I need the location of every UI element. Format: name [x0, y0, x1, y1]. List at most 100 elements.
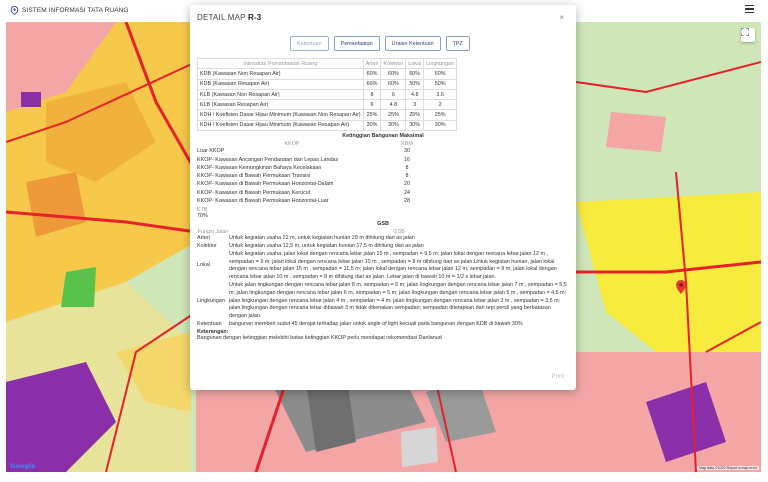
- kbm-value: 28: [404, 198, 410, 204]
- itr-cell: 25%: [423, 109, 458, 121]
- itr-cell: 3: [405, 99, 425, 111]
- itr-cell: 50%: [423, 78, 458, 90]
- itr-header-cell: Lokal: [405, 57, 425, 70]
- fullscreen-icon: [741, 28, 749, 36]
- itr-cell: KDH / Koefisien Dasar Hijau Minimum (Kaw…: [197, 109, 364, 121]
- itr-row: KDB (Kawasan Resapan Air) 60% 60% 50% 50%: [197, 78, 458, 90]
- itr-row: KDH / Koefisien Dasar Hijau Minimum (Kaw…: [197, 109, 458, 121]
- google-logo: Google: [10, 462, 36, 470]
- map-logo-icon: [10, 5, 19, 15]
- itr-header-cell: Arteri: [362, 57, 382, 70]
- kbm-value: 24: [404, 189, 410, 196]
- app-brand[interactable]: SISTEM INFORMASI TATA RUANG: [10, 5, 129, 15]
- keterangan-text: Bangunan dengan ketinggian melebihi bata…: [197, 334, 442, 341]
- app-title: SISTEM INFORMASI TATA RUANG: [22, 6, 129, 14]
- itr-cell: 25%: [380, 109, 407, 121]
- itr-cell: 2: [423, 99, 458, 111]
- itr-cell: 6: [362, 99, 382, 111]
- itr-cell: 50%: [405, 78, 425, 90]
- kbm-zone: KKOP- Kawasan di Bawah Permukaan Transis…: [197, 173, 311, 180]
- map-pin-icon[interactable]: [676, 280, 686, 294]
- itr-cell: 30%: [405, 119, 425, 132]
- itr-cell: 3.6: [423, 88, 458, 101]
- itr-cell: KLB (Kawasan Non Resapan Air): [197, 88, 364, 101]
- tab-uraian-ketentuan[interactable]: Uraian Ketentuan: [384, 36, 441, 51]
- kbm-row: KKOP- Kawasan di Bawah Permukaan Horizon…: [197, 180, 569, 188]
- itr-cell: 25%: [362, 109, 382, 121]
- fullscreen-button[interactable]: [741, 28, 755, 42]
- itr-cell: KDB (Kawasan Non Resapan Air): [197, 68, 364, 80]
- gsb-road-function: Lokal: [197, 262, 210, 269]
- itr-cell: KLB (Kawasan Resapan Air): [197, 99, 364, 111]
- kbm-row: KKOP- Kawasan Kemungkinan Bahaya Kecelak…: [197, 164, 569, 172]
- itr-cell: 30%: [423, 119, 458, 132]
- itr-cell: 30%: [380, 119, 407, 132]
- itr-cell: 8: [362, 88, 382, 101]
- gsb-rule: bangunan memberi sudut 45 derajat terhad…: [229, 320, 523, 327]
- gsb-row: Kolektor Untuk kegiatan usaha 12,5 m, unt…: [197, 243, 569, 251]
- kbm-zone: KKOP- Kawasan Kemungkinan Bahaya Kecelak…: [197, 164, 322, 171]
- itr-row: KDB (Kawasan Non Resapan Air) 60% 60% 60% 60…: [197, 68, 458, 80]
- itr-header-cell: Intensitas Pemanfaatan Ruang: [197, 57, 364, 70]
- kbm-value: 16: [404, 156, 410, 163]
- kbm-value: 8: [405, 173, 409, 180]
- ktb-value: 70%: [197, 213, 208, 220]
- kbm-row: KKOP- Kawasan di Bawah Permukaan Kerucut…: [197, 189, 569, 197]
- gsb-row: Arteri Untuk kegiatan usaha 22 m, untuk k…: [197, 235, 569, 243]
- kbm-row: KKOP- Kawasan di Bawah Permukaan Transis…: [197, 172, 569, 180]
- itr-cell: 30%: [362, 119, 382, 132]
- itr-cell: 60%: [380, 68, 407, 80]
- gsb-rule: Untuk kegiatan usaha, jalan lokal dengan…: [229, 250, 557, 281]
- itr-header-cell: Lingkungan: [423, 57, 458, 70]
- gsb-row: Lokal Untuk kegiatan usaha, jalan lokal d…: [197, 251, 569, 282]
- itr-row: KLB (Kawasan Non Resapan Air) 8 6 4.8 3.6: [197, 88, 458, 101]
- itr-table: Intensitas Pemanfaatan Ruang Arteri Kolekt…: [197, 57, 458, 132]
- itr-cell: KDB (Kawasan Resapan Air): [197, 78, 364, 90]
- kbm-zone: KKOP- Kawasan di Bawah Permukaan Horizon…: [197, 198, 329, 204]
- kbm-zone: Luar KKOP: [197, 148, 225, 155]
- gsb-list: Arteri Untuk kegiatan usaha 22 m, untuk k…: [197, 235, 569, 329]
- itr-cell: 60%: [423, 68, 458, 80]
- itr-cell: 25%: [405, 109, 425, 121]
- itr-cell: 6: [380, 88, 407, 101]
- itr-cell: 4.8: [405, 88, 425, 101]
- kbm-list: Luar KKOP 30 KKOP- Kawasan Ancangan Pendar…: [197, 147, 569, 205]
- gsb-road-function: Ketentuan: [197, 320, 222, 327]
- detail-map-modal: DETAIL MAP R-3 × Ketentuan Pemanfaatan U…: [190, 5, 576, 390]
- tab-ketentuan[interactable]: Ketentuan: [290, 36, 329, 51]
- gsb-row: Ketentuan bangunan memberi sudut 45 deraj…: [197, 321, 569, 329]
- gsb-rule: Untuk kegiatan usaha 22 m, untuk kegiata…: [229, 235, 415, 242]
- tab-pemanfaatan[interactable]: Pemanfaatan: [333, 36, 380, 51]
- kbm-title: Ketinggian Bangunan Maksimal: [342, 133, 424, 140]
- kbm-value: 20: [404, 181, 410, 188]
- tab-bar: Ketentuan Pemanfaatan Uraian Ketentuan T…: [290, 36, 470, 51]
- itr-header-cell: Kolektor: [380, 57, 407, 70]
- kbm-zone: KKOP- Kawasan Ancangan Pendaratan dan Le…: [197, 156, 339, 163]
- kbm-value: 30: [404, 148, 410, 155]
- gsb-road-function: Arteri: [197, 235, 210, 242]
- hamburger-menu-icon[interactable]: [745, 5, 754, 13]
- itr-cell: 60%: [380, 78, 407, 90]
- itr-cell: 4.8: [380, 99, 407, 111]
- itr-cell: 60%: [362, 78, 382, 90]
- close-icon[interactable]: ×: [559, 13, 564, 22]
- itr-cell: KDH / Koefisien Dasar Hijau Minimum (Kaw…: [197, 119, 364, 132]
- tab-tpz[interactable]: TPZ: [445, 36, 470, 51]
- kbm-row: KKOP- Kawasan di Bawah Permukaan Horizon…: [197, 197, 569, 205]
- gsb-rule: Untuk kegiatan usaha 12,5 m, untuk kegia…: [229, 242, 424, 249]
- kbm-row: KKOP- Kawasan Ancangan Pendaratan dan Le…: [197, 155, 569, 163]
- itr-row: KLB (Kawasan Resapan Air) 6 4.8 3 2: [197, 99, 458, 111]
- gsb-road-function: Lingkungan: [197, 297, 225, 304]
- gsb-title: GSB: [377, 221, 389, 228]
- map-attribution[interactable]: Map data ©2020 Report a map error: [697, 466, 759, 470]
- modal-title: DETAIL MAP R-3: [197, 13, 262, 22]
- kbm-zone: KKOP- Kawasan di Bawah Permukaan Kerucut: [197, 189, 311, 196]
- kbm-zone: KKOP- Kawasan di Bawah Permukaan Horizon…: [197, 181, 334, 188]
- print-button[interactable]: Print: [552, 374, 564, 380]
- modal-body[interactable]: Intensitas Pemanfaatan Ruang Arteri Kolekt…: [197, 57, 569, 358]
- itr-cell: 60%: [405, 68, 425, 80]
- gsb-row: Lingkungan Untuk jalan lingkungan dengan …: [197, 282, 569, 321]
- kbm-row: Luar KKOP 30: [197, 147, 569, 155]
- gsb-rule: Untuk jalan lingkungan dengan rencana le…: [229, 281, 567, 320]
- kbm-value: 8: [405, 164, 409, 171]
